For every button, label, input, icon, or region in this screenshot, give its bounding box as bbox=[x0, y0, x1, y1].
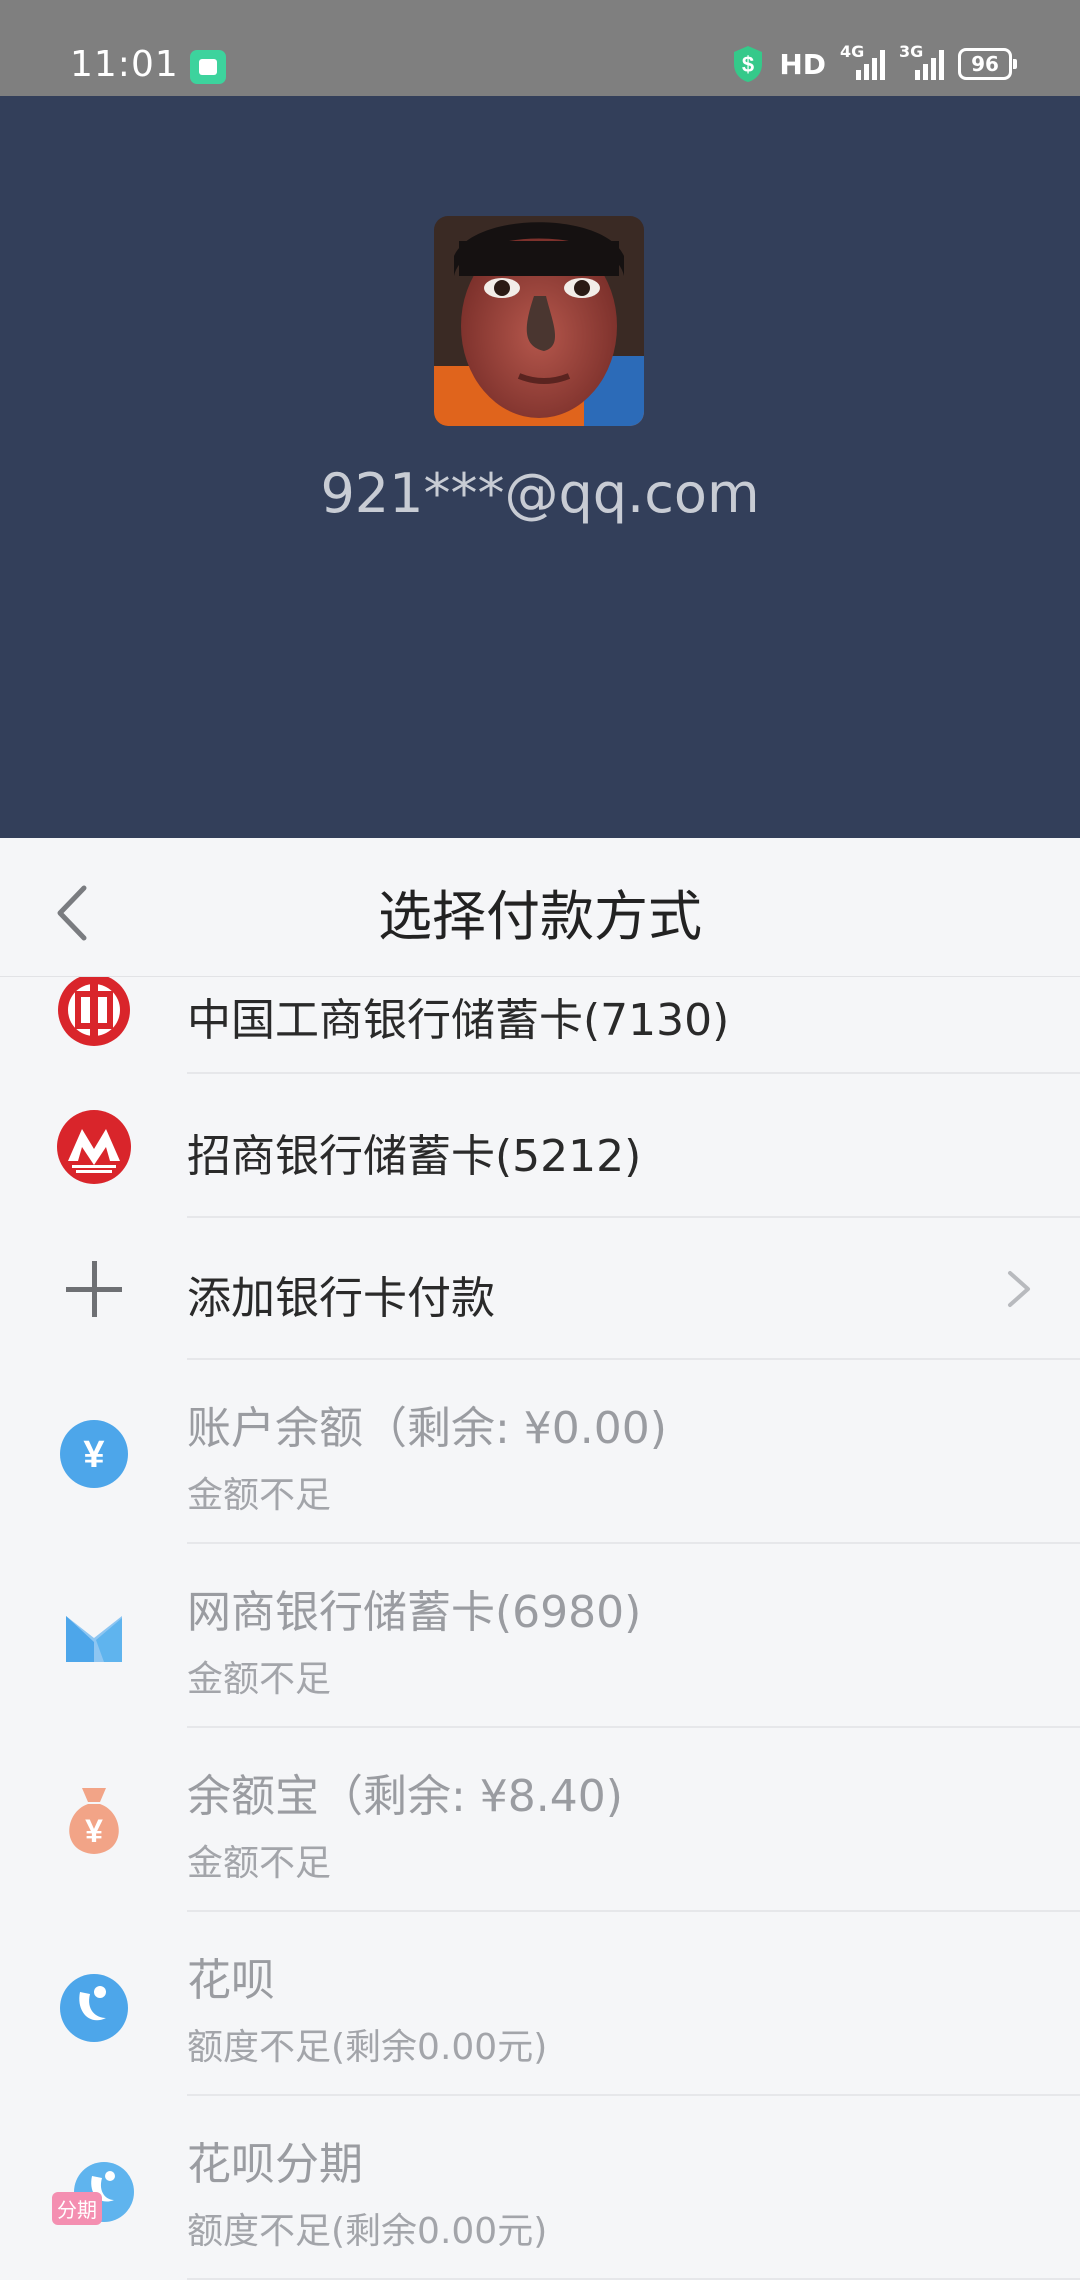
shield-dollar-icon: $ bbox=[731, 44, 765, 84]
icbc-logo-icon bbox=[56, 972, 132, 1048]
status-time: 11:01 bbox=[70, 44, 179, 85]
hd-indicator: HD bbox=[779, 47, 826, 81]
divider bbox=[187, 1072, 1080, 1074]
app-notification-icon bbox=[190, 50, 226, 84]
svg-text:¥: ¥ bbox=[85, 1813, 103, 1849]
payment-method-list: 中国工商银行储蓄卡(7130) 招商银行储蓄卡(5212) 添加银行卡付款 ¥ … bbox=[0, 974, 1080, 2280]
payment-method-balance[interactable]: ¥ 账户余额（剩余: ¥0.00) 金额不足 bbox=[0, 1360, 1080, 1544]
method-label: 添加银行卡付款 bbox=[187, 1273, 495, 1324]
status-indicators: $ HD 4G 3G 96 bbox=[731, 42, 1017, 84]
payment-method-huabei[interactable]: 花呗 额度不足(剩余0.00元) bbox=[0, 1912, 1080, 2096]
account-header: 921***@qq.com bbox=[0, 96, 1080, 838]
plus-icon bbox=[56, 1251, 132, 1327]
svg-text:¥: ¥ bbox=[83, 1434, 104, 1476]
method-status: 额度不足(剩余0.00元) bbox=[187, 2211, 548, 2252]
signal-4g-icon: 4G bbox=[840, 42, 885, 80]
payment-method-mybank[interactable]: 网商银行储蓄卡(6980) 金额不足 bbox=[0, 1544, 1080, 1728]
avatar bbox=[434, 216, 644, 426]
payment-method-cmb[interactable]: 招商银行储蓄卡(5212) bbox=[0, 1076, 1080, 1218]
huabei-installment-icon: 分期 bbox=[52, 2152, 142, 2228]
payment-method-icbc[interactable]: 中国工商银行储蓄卡(7130) bbox=[0, 974, 1080, 1074]
cmb-logo-icon bbox=[56, 1109, 132, 1185]
status-bar: 11:01 $ HD 4G 3G 96 bbox=[0, 0, 1080, 96]
add-bank-card-button[interactable]: 添加银行卡付款 bbox=[0, 1218, 1080, 1360]
money-bag-icon: ¥ bbox=[56, 1782, 132, 1858]
account-email: 921***@qq.com bbox=[320, 462, 760, 525]
yuan-balance-icon: ¥ bbox=[56, 1416, 132, 1492]
battery-icon: 96 bbox=[958, 48, 1017, 80]
method-label: 花呗 bbox=[187, 1955, 275, 2006]
method-label: 余额宝（剩余: ¥8.40) bbox=[187, 1771, 623, 1822]
method-status: 金额不足 bbox=[187, 1659, 332, 1700]
signal-3g-icon: 3G bbox=[899, 42, 944, 80]
installment-badge: 分期 bbox=[52, 2192, 102, 2225]
payment-method-yuebao[interactable]: ¥ 余额宝（剩余: ¥8.40) 金额不足 bbox=[0, 1728, 1080, 1912]
mybank-logo-icon bbox=[56, 1600, 132, 1676]
sheet-title: 选择付款方式 bbox=[378, 885, 702, 948]
method-status: 金额不足 bbox=[187, 1843, 332, 1884]
method-label: 网商银行储蓄卡(6980) bbox=[187, 1587, 642, 1638]
sheet-header: 选择付款方式 bbox=[0, 838, 1080, 977]
payment-method-sheet: 选择付款方式 中国工商银行储蓄卡(7130) 招商银行储蓄卡(5212) 添加银… bbox=[0, 838, 1080, 2280]
chevron-right-icon bbox=[1008, 1271, 1030, 1307]
method-label: 中国工商银行储蓄卡(7130) bbox=[187, 995, 730, 1046]
method-label: 招商银行储蓄卡(5212) bbox=[187, 1131, 642, 1182]
method-label: 花呗分期 bbox=[187, 2139, 363, 2190]
method-label: 账户余额（剩余: ¥0.00) bbox=[187, 1403, 667, 1454]
method-status: 金额不足 bbox=[187, 1475, 332, 1516]
method-status: 额度不足(剩余0.00元) bbox=[187, 2027, 548, 2068]
svg-text:$: $ bbox=[742, 52, 754, 77]
payment-method-huabei-installment[interactable]: 分期 花呗分期 额度不足(剩余0.00元) bbox=[0, 2096, 1080, 2280]
huabei-icon bbox=[56, 1968, 132, 2044]
